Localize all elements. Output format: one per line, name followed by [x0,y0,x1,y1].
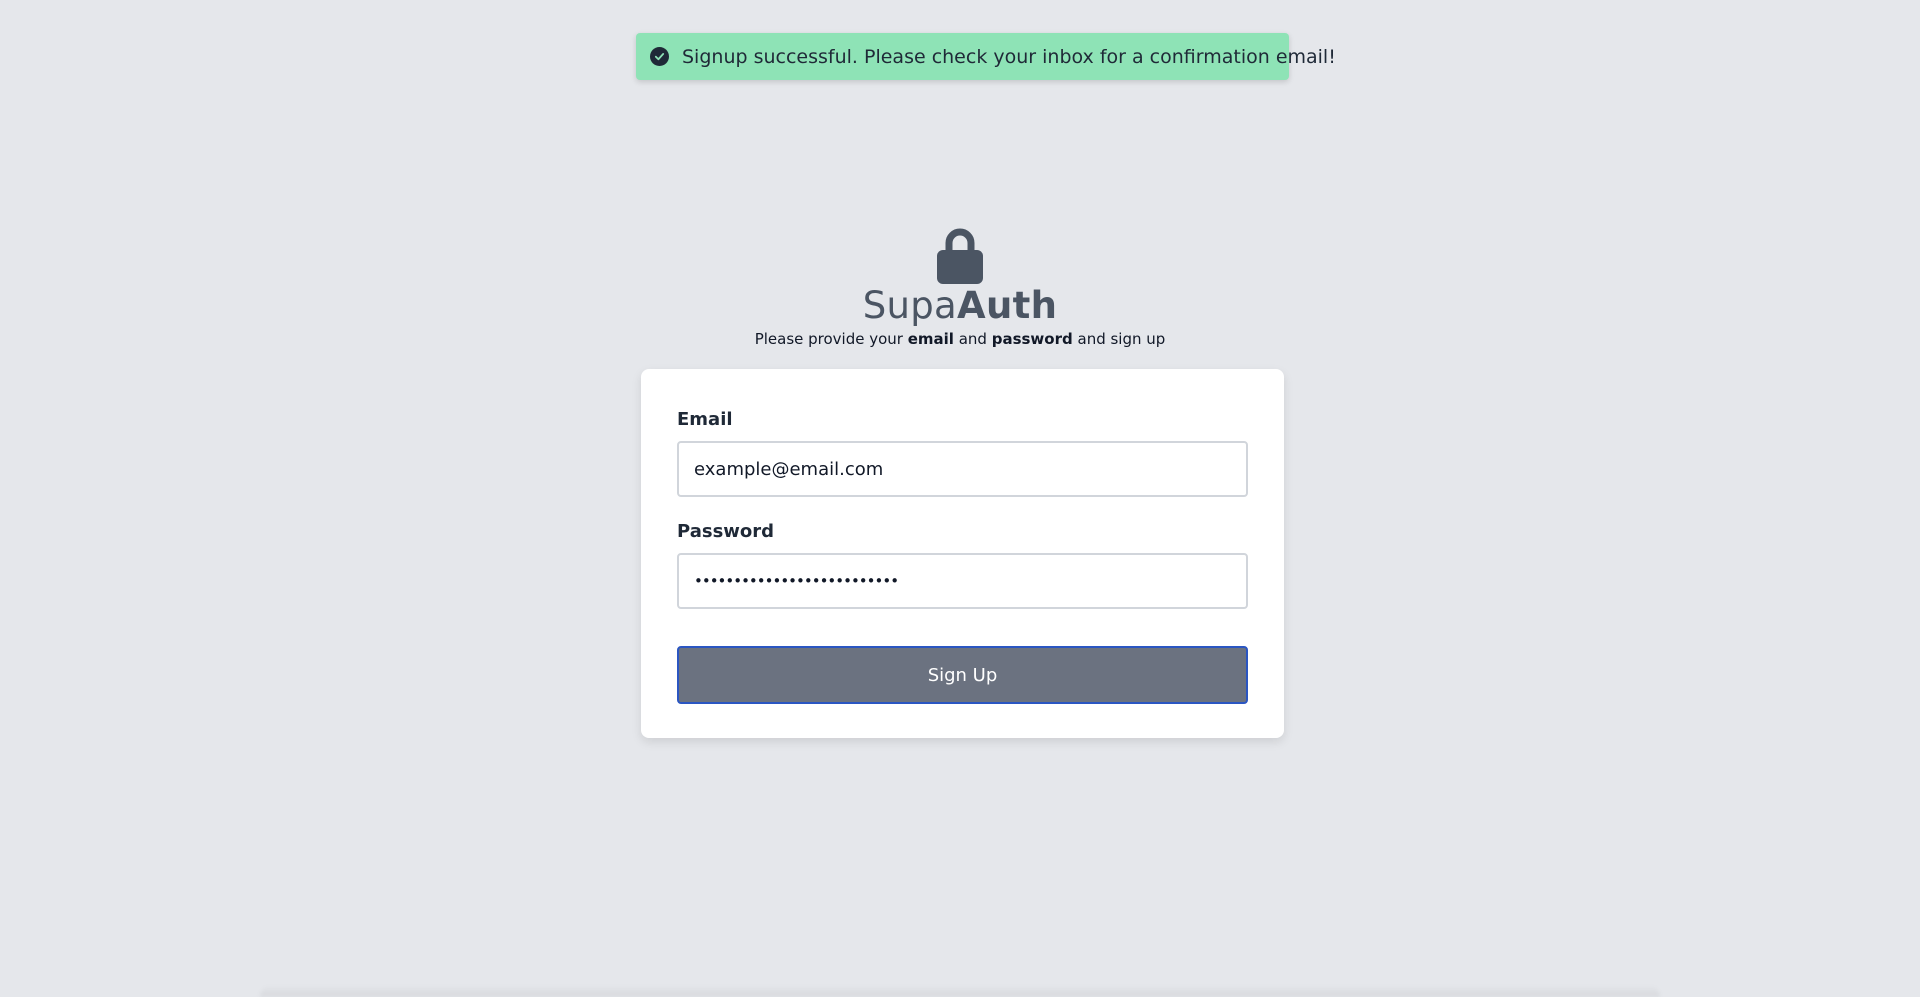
toast-message: Signup successful. Please check your inb… [682,45,1336,68]
email-label: Email [677,409,733,430]
subtitle-and: and [953,330,992,348]
bottom-shadow [260,985,1660,997]
sign-up-button[interactable]: Sign Up [677,646,1248,704]
app-title: SupaAuth [0,284,1920,328]
email-field[interactable] [677,441,1248,497]
success-toast: Signup successful. Please check your inb… [636,33,1336,80]
subtitle-suffix: and sign up [1072,330,1166,348]
app-title-regular: Supa [862,284,958,327]
password-label: Password [677,521,775,542]
signup-form-card: Email Password Sign Up [641,369,1284,738]
page: Signup successful. Please check your inb… [0,0,1920,997]
brand-header: SupaAuth Please provide your email and p… [0,226,1920,350]
check-circle-icon [650,47,669,66]
subtitle-email-word: email [907,330,954,348]
app-title-bold: Auth [957,284,1058,327]
page-subtitle: Please provide your email and password a… [0,328,1920,350]
subtitle-password-word: password [991,330,1073,348]
subtitle-prefix: Please provide your [754,330,908,348]
lock-icon [937,228,983,284]
password-field[interactable] [677,553,1248,609]
